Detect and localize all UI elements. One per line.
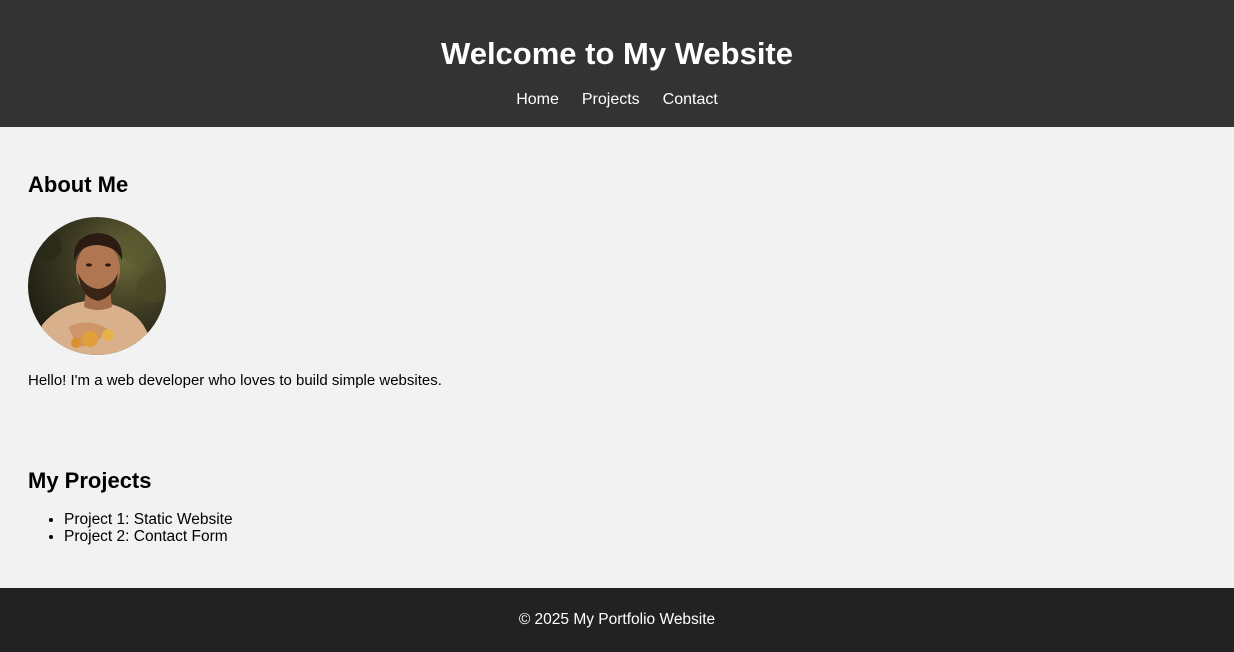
profile-photo-image bbox=[28, 217, 166, 355]
footer-text: © 2025 My Portfolio Website bbox=[518, 611, 716, 628]
main-content: About Me Hello! I'm a web developer who … bbox=[0, 127, 1234, 588]
nav-link-home[interactable]: Home bbox=[516, 89, 559, 111]
nav-link-contact[interactable]: Contact bbox=[663, 89, 718, 111]
about-heading: About Me bbox=[28, 172, 129, 197]
profile-photo bbox=[28, 217, 166, 355]
nav-link-projects[interactable]: Projects bbox=[582, 89, 640, 111]
about-text: Hello! I'm a web developer who loves to … bbox=[28, 372, 442, 389]
site-footer: © 2025 My Portfolio Website bbox=[0, 588, 1234, 652]
project-item: Project 1: Static Website bbox=[64, 511, 233, 528]
project-list: Project 1: Static Website Project 2: Con… bbox=[28, 511, 233, 545]
projects-heading: My Projects bbox=[28, 468, 152, 493]
site-header: Welcome to My Website Home Projects Cont… bbox=[0, 0, 1234, 127]
site-title: Welcome to My Website bbox=[441, 36, 793, 71]
main-nav: Home Projects Contact bbox=[0, 89, 1234, 111]
project-item: Project 2: Contact Form bbox=[64, 528, 233, 545]
